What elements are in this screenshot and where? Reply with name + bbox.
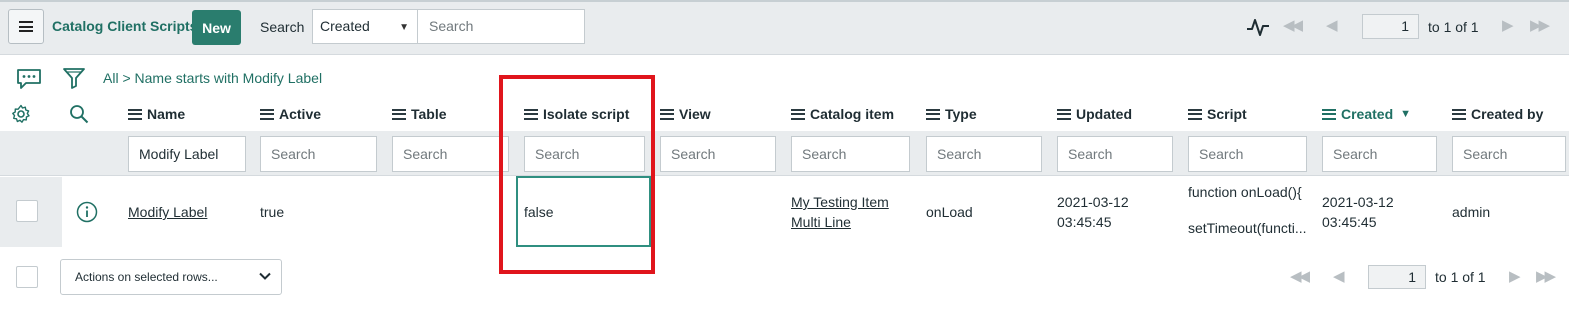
filter-active-input[interactable]: Search <box>260 136 377 172</box>
column-header-view[interactable]: View <box>660 106 711 122</box>
column-header-active[interactable]: Active <box>260 106 321 122</box>
search-input[interactable]: Search <box>417 9 585 44</box>
previous-page-icon[interactable]: ◀ <box>1333 267 1344 285</box>
column-menu-icon[interactable] <box>128 108 142 120</box>
column-label: Catalog item <box>810 106 895 122</box>
column-menu-icon[interactable] <box>1057 108 1071 120</box>
column-menu-icon[interactable] <box>791 108 805 120</box>
filter-view-input[interactable]: Search <box>660 136 776 172</box>
column-header-created-by[interactable]: Created by <box>1452 106 1543 122</box>
activity-stream-icon[interactable] <box>1246 17 1270 37</box>
column-menu-icon[interactable] <box>660 108 674 120</box>
column-header-updated[interactable]: Updated <box>1057 106 1132 122</box>
column-label: Table <box>411 106 447 122</box>
first-page-icon[interactable]: ◀◀ <box>1290 267 1310 285</box>
created-time: 03:45:45 <box>1322 214 1377 230</box>
column-header-name[interactable]: Name <box>128 106 185 122</box>
menu-icon <box>19 21 33 32</box>
filter-script-input[interactable]: Search <box>1188 136 1307 172</box>
select-all-checkbox[interactable] <box>16 266 38 288</box>
filter-table-input[interactable]: Search <box>392 136 509 172</box>
column-label: View <box>679 106 711 122</box>
first-page-icon[interactable]: ◀◀ <box>1283 16 1303 34</box>
updated-date: 2021-03-12 <box>1057 194 1129 210</box>
column-label: Type <box>945 106 977 122</box>
breadcrumb-separator: > <box>122 70 131 86</box>
row-active: true <box>260 204 285 220</box>
search-field-select[interactable]: Created ▼ <box>312 9 418 44</box>
column-menu-icon[interactable] <box>1452 108 1466 120</box>
filter-created-by-input[interactable]: Search <box>1452 136 1566 172</box>
row-updated: 2021-03-12 03:45:45 <box>1057 192 1129 232</box>
column-menu-icon[interactable] <box>1188 108 1202 120</box>
list-title[interactable]: Catalog Client Scripts <box>52 18 197 34</box>
row-script: function onLoad(){ setTimeout(functi... <box>1188 184 1307 236</box>
next-page-icon[interactable]: ▶ <box>1502 16 1513 34</box>
page-range: to 1 of 1 <box>1428 19 1479 35</box>
search-icon[interactable] <box>69 104 89 124</box>
breadcrumb-all[interactable]: All <box>103 70 119 86</box>
column-label: Created by <box>1471 106 1544 122</box>
row-created: 2021-03-12 03:45:45 <box>1322 192 1394 232</box>
footer-page-range: to 1 of 1 <box>1435 269 1486 285</box>
search-field-value: Created <box>320 18 370 34</box>
filter-catalog-item-input[interactable]: Search <box>791 136 910 172</box>
column-header-created[interactable]: Created ▼ <box>1322 106 1411 122</box>
list-menu-button[interactable] <box>8 9 44 44</box>
filter-created-input[interactable]: Search <box>1322 136 1437 172</box>
row-name-link[interactable]: Modify Label <box>128 204 207 220</box>
breadcrumb-condition[interactable]: Name starts with Modify Label <box>135 70 323 86</box>
column-header-catalog-item[interactable]: Catalog item <box>791 106 894 122</box>
page-number-input[interactable]: 1 <box>1362 14 1419 39</box>
column-menu-icon[interactable] <box>260 108 274 120</box>
column-menu-icon[interactable] <box>1322 108 1336 120</box>
column-menu-icon[interactable] <box>392 108 406 120</box>
created-date: 2021-03-12 <box>1322 194 1394 210</box>
catalog-item-line: My Testing Item <box>791 194 889 210</box>
actions-label: Actions on selected rows... <box>75 270 218 284</box>
column-label: Active <box>279 106 322 122</box>
column-label: Name <box>147 106 186 122</box>
breadcrumb: All > Name starts with Modify Label <box>103 70 322 86</box>
column-header-script[interactable]: Script <box>1188 106 1247 122</box>
filter-icon[interactable] <box>62 66 86 90</box>
script-line: function onLoad(){ <box>1188 184 1302 200</box>
chevron-down-icon <box>259 272 271 280</box>
next-page-icon[interactable]: ▶ <box>1509 267 1520 285</box>
last-page-icon[interactable]: ▶▶ <box>1530 16 1550 34</box>
filter-updated-input[interactable]: Search <box>1057 136 1173 172</box>
actions-on-selected-rows-select[interactable]: Actions on selected rows... <box>60 259 282 295</box>
row-catalog-item-link[interactable]: My Testing Item Multi Line <box>791 192 889 232</box>
column-label: Updated <box>1076 106 1132 122</box>
row-type: onLoad <box>926 204 973 220</box>
comment-icon[interactable] <box>16 68 42 90</box>
highlight-annotation-box <box>499 75 655 274</box>
row-select-checkbox[interactable] <box>16 200 38 222</box>
gear-icon[interactable] <box>11 104 31 124</box>
footer-page-number-input[interactable]: 1 <box>1368 265 1426 289</box>
new-button[interactable]: New <box>192 10 241 45</box>
sort-descending-icon[interactable]: ▼ <box>1400 108 1411 120</box>
column-menu-icon[interactable] <box>926 108 940 120</box>
caret-down-icon: ▼ <box>399 22 409 33</box>
column-label: Created <box>1341 106 1394 122</box>
last-page-icon[interactable]: ▶▶ <box>1536 267 1556 285</box>
catalog-item-line: Multi Line <box>791 214 851 230</box>
column-header-type[interactable]: Type <box>926 106 977 122</box>
script-line: setTimeout(functi... <box>1188 220 1307 236</box>
info-icon[interactable] <box>76 201 98 223</box>
filter-type-input[interactable]: Search <box>926 136 1042 172</box>
column-header-table[interactable]: Table <box>392 106 447 122</box>
column-label: Script <box>1207 106 1247 122</box>
filter-name-input[interactable]: Modify Label <box>128 136 246 172</box>
search-label: Search <box>260 19 305 35</box>
updated-time: 03:45:45 <box>1057 214 1112 230</box>
previous-page-icon[interactable]: ◀ <box>1326 16 1337 34</box>
row-created-by: admin <box>1452 204 1491 220</box>
